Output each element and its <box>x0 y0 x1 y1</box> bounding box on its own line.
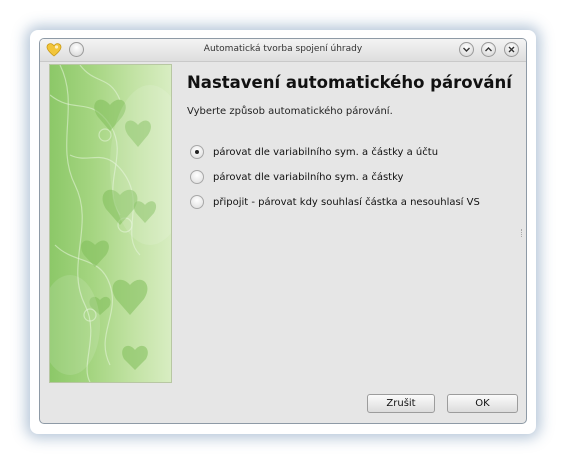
option-match-vs-amount[interactable]: párovat dle variabilního sym. a částky <box>190 169 403 185</box>
option-match-vs-amount-account[interactable]: párovat dle variabilního sym. a částky a… <box>190 144 438 160</box>
page-subtitle: Vyberte způsob automatického párování. <box>187 106 393 117</box>
resize-grip[interactable] <box>521 229 524 237</box>
option-attach-amount-only[interactable]: připojit - párovat kdy souhlasí částka a… <box>190 194 480 210</box>
radio-button-checked[interactable] <box>190 145 204 159</box>
radio-button[interactable] <box>190 170 204 184</box>
titlebar[interactable]: Automatická tvorba spojení úhrady <box>40 39 526 62</box>
option-label[interactable]: párovat dle variabilního sym. a částky <box>213 172 403 183</box>
chevron-up-icon[interactable] <box>481 42 496 57</box>
page-title: Nastavení automatického párování <box>187 73 512 92</box>
chevron-down-icon[interactable] <box>459 42 474 57</box>
ok-button[interactable]: OK <box>447 394 518 413</box>
radio-button[interactable] <box>190 195 204 209</box>
close-icon[interactable] <box>504 42 519 57</box>
wizard-side-image <box>49 64 172 383</box>
dialog-window: Automatická tvorba spojení úhrady Nastav… <box>39 38 527 424</box>
window-title: Automatická tvorba spojení úhrady <box>203 44 363 54</box>
option-label[interactable]: připojit - párovat kdy souhlasí částka a… <box>213 197 480 208</box>
vine-leaves-decoration <box>50 65 171 382</box>
cancel-button[interactable]: Zrušit <box>367 394 435 413</box>
option-label[interactable]: párovat dle variabilního sym. a částky a… <box>213 147 438 158</box>
